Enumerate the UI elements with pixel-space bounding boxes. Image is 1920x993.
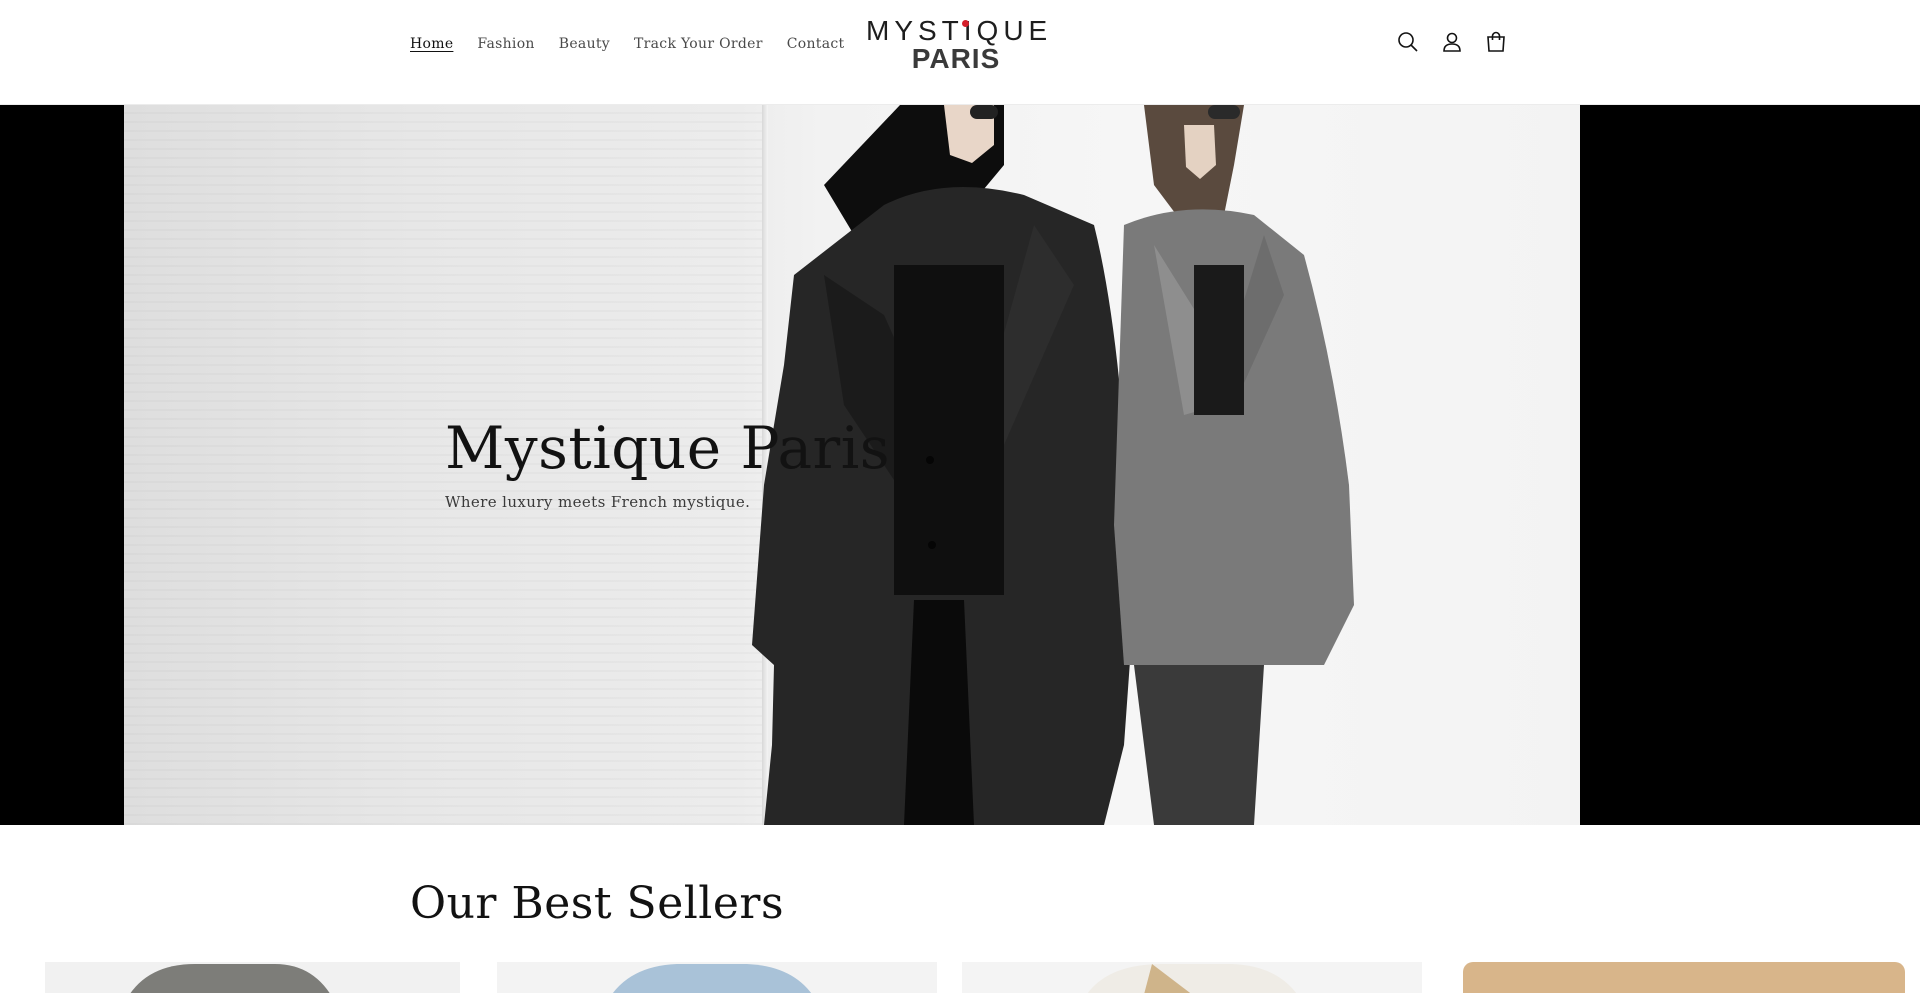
product-card[interactable] bbox=[45, 962, 460, 993]
product-card[interactable] bbox=[497, 962, 937, 993]
best-sellers-title: Our Best Sellers bbox=[410, 878, 785, 929]
account-icon[interactable] bbox=[1440, 30, 1464, 54]
site-header: Home Fashion Beauty Track Your Order Con… bbox=[0, 0, 1920, 105]
nav-home[interactable]: Home bbox=[410, 36, 453, 52]
product-image bbox=[130, 964, 330, 993]
hero-title: Mystique Paris bbox=[445, 414, 891, 482]
search-icon[interactable] bbox=[1396, 30, 1420, 54]
nav-fashion[interactable]: Fashion bbox=[477, 36, 534, 52]
product-card[interactable] bbox=[1463, 962, 1905, 993]
hero-banner: Mystique Paris Where luxury meets French… bbox=[0, 105, 1920, 825]
best-sellers-grid bbox=[0, 962, 1920, 993]
nav-beauty[interactable]: Beauty bbox=[559, 36, 610, 52]
product-image bbox=[1087, 964, 1297, 993]
nav-track-order[interactable]: Track Your Order bbox=[634, 36, 763, 52]
logo-line-2: PARIS bbox=[911, 43, 1001, 74]
product-image bbox=[612, 964, 812, 993]
hero-text-block: Mystique Paris Where luxury meets French… bbox=[445, 413, 890, 511]
header-icons bbox=[1396, 30, 1508, 54]
cart-icon[interactable] bbox=[1484, 30, 1508, 54]
product-card[interactable] bbox=[962, 962, 1422, 993]
main-nav: Home Fashion Beauty Track Your Order Con… bbox=[410, 36, 868, 52]
logo-red-dot bbox=[962, 20, 969, 27]
site-logo[interactable]: MYSTIQUE PARIS bbox=[866, 15, 1053, 78]
nav-contact[interactable]: Contact bbox=[787, 36, 845, 52]
hero-subtitle: Where luxury meets French mystique. bbox=[445, 493, 751, 511]
logo-line-1: MYSTIQUE bbox=[866, 15, 1053, 46]
